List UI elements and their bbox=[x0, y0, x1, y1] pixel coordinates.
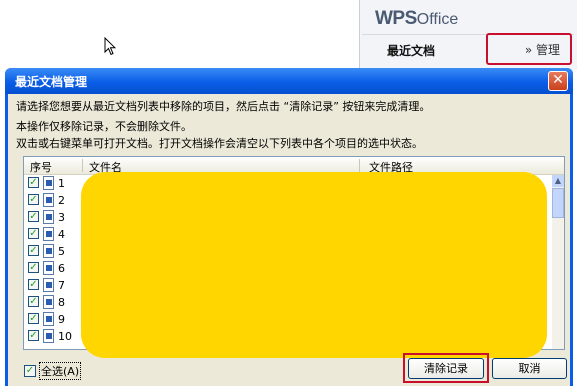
row-checkbox[interactable]: ✓ bbox=[28, 245, 39, 256]
instruction-line-1: 请选择您想要从最近文档列表中移除的项目，然后点击 “清除记录” 按钮来完成清理。 bbox=[16, 100, 431, 113]
column-header-index[interactable]: 序号 bbox=[30, 159, 52, 175]
word-doc-icon bbox=[43, 312, 54, 326]
row-checkbox[interactable]: ✓ bbox=[28, 262, 39, 273]
manage-link[interactable]: » 管理 bbox=[486, 33, 572, 65]
mouse-pointer-icon bbox=[104, 37, 116, 56]
instruction-line-2: 本操作仅移除记录，不会删除文件。 bbox=[16, 120, 192, 133]
clear-records-button[interactable]: 清除记录 bbox=[408, 358, 484, 379]
word-doc-icon bbox=[43, 227, 54, 241]
word-doc-icon bbox=[43, 210, 54, 224]
word-doc-icon bbox=[43, 193, 54, 207]
select-all-label: 全选(A) bbox=[39, 362, 82, 380]
row-checkbox[interactable]: ✓ bbox=[28, 313, 39, 324]
column-divider[interactable] bbox=[82, 159, 83, 172]
vertical-scrollbar[interactable]: ▲ bbox=[552, 175, 564, 349]
dialog-titlebar[interactable]: 最近文档管理 ✕ bbox=[5, 68, 573, 94]
row-checkbox[interactable]: ✓ bbox=[28, 296, 39, 307]
word-doc-icon bbox=[43, 244, 54, 258]
row-index: 8 bbox=[58, 296, 65, 309]
row-index: 3 bbox=[58, 211, 65, 224]
row-checkbox[interactable]: ✓ bbox=[28, 177, 39, 188]
scroll-up-arrow-icon[interactable]: ▲ bbox=[552, 175, 564, 187]
logo-office-text: Office bbox=[416, 11, 459, 28]
row-checkbox[interactable]: ✓ bbox=[28, 194, 39, 205]
dialog-title: 最近文档管理 bbox=[15, 75, 88, 89]
row-checkbox[interactable]: ✓ bbox=[28, 279, 39, 290]
wps-office-logo: WPSOffice bbox=[375, 8, 458, 32]
row-index: 7 bbox=[58, 279, 65, 292]
word-doc-icon bbox=[43, 278, 54, 292]
row-index: 10 bbox=[58, 330, 72, 343]
row-index: 5 bbox=[58, 245, 65, 258]
word-doc-icon bbox=[43, 176, 54, 190]
scroll-thumb[interactable] bbox=[552, 188, 564, 218]
column-divider[interactable] bbox=[359, 159, 360, 172]
row-index: 6 bbox=[58, 262, 65, 275]
close-icon: ✕ bbox=[552, 72, 564, 88]
instruction-line-3: 双击或右键菜单可打开文档。打开文档操作会清空以下列表中各个项目的选中状态。 bbox=[16, 137, 423, 150]
row-index: 1 bbox=[58, 177, 65, 190]
word-doc-icon bbox=[43, 329, 54, 343]
checkbox-checked-icon[interactable]: ✓ bbox=[24, 365, 36, 377]
row-index: 4 bbox=[58, 228, 65, 241]
cancel-button[interactable]: 取消 bbox=[492, 358, 567, 379]
manage-link-label: » 管理 bbox=[524, 42, 560, 57]
row-checkbox[interactable]: ✓ bbox=[28, 228, 39, 239]
row-index: 9 bbox=[58, 313, 65, 326]
word-doc-icon bbox=[43, 261, 54, 275]
close-button[interactable]: ✕ bbox=[548, 71, 568, 91]
row-checkbox[interactable]: ✓ bbox=[28, 211, 39, 222]
word-doc-icon bbox=[43, 295, 54, 309]
row-index: 2 bbox=[58, 194, 65, 207]
redaction-overlay bbox=[81, 172, 547, 358]
select-all-checkbox[interactable]: ✓ 全选(A) bbox=[24, 362, 82, 380]
row-checkbox[interactable]: ✓ bbox=[28, 330, 39, 341]
recent-docs-label: 最近文档 bbox=[387, 44, 436, 58]
logo-wps-text: WPS bbox=[375, 8, 417, 29]
